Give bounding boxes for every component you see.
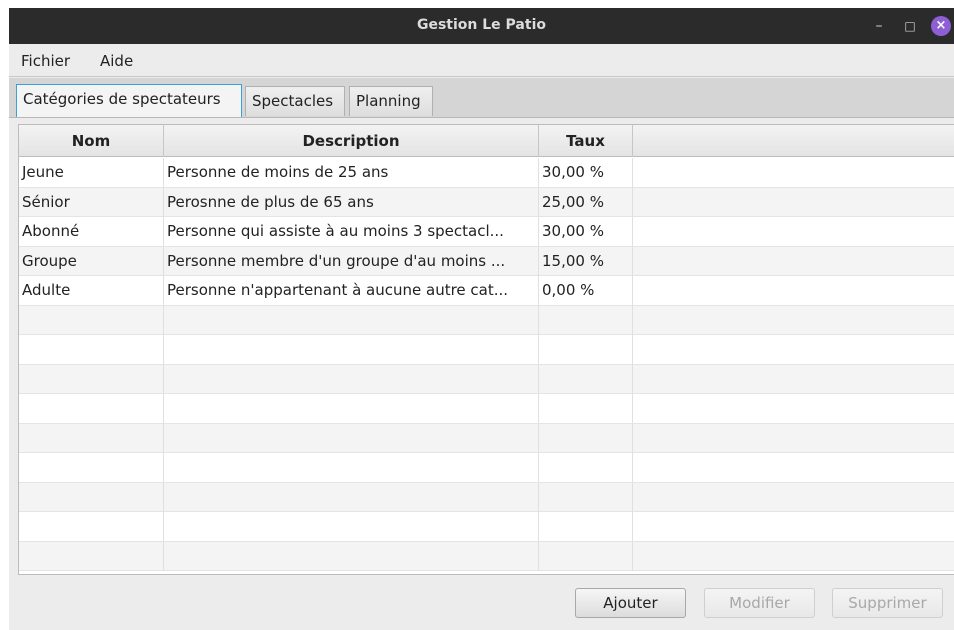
cell-empty [539, 335, 633, 364]
cell-empty [164, 482, 539, 512]
cell-empty [633, 335, 954, 364]
table-row[interactable]: Abonné Personne qui assiste à au moins 3… [19, 217, 954, 247]
cell-nom: Groupe [19, 246, 164, 276]
cell-empty [19, 335, 164, 364]
cell-empty [19, 394, 164, 423]
empty-row [19, 364, 954, 394]
cell-empty [539, 364, 633, 394]
column-header-nom[interactable]: Nom [19, 125, 164, 157]
cell-nom: Jeune [19, 158, 164, 187]
cell-empty [633, 453, 954, 482]
app-window: Gestion Le Patio – □ × Fichier Aide Caté… [9, 8, 954, 630]
cell-empty [19, 423, 164, 453]
cell-empty [164, 453, 539, 482]
cell-description: Personne n'appartenant à aucune autre ca… [164, 276, 539, 305]
column-header-taux[interactable]: Taux [539, 125, 633, 157]
cell-empty [539, 305, 633, 335]
empty-row [19, 512, 954, 542]
empty-row [19, 453, 954, 483]
cell-description: Perosnne de plus de 65 ans [164, 187, 539, 217]
cell-empty [164, 364, 539, 394]
cell-empty [539, 453, 633, 482]
cell-taux: 30,00 % [539, 217, 633, 246]
cell-nom: Abonné [19, 217, 164, 246]
cell-empty [633, 542, 954, 571]
cell-description: Personne de moins de 25 ans [164, 158, 539, 187]
cell-empty [19, 305, 164, 335]
close-icon[interactable]: × [931, 16, 951, 36]
cell-empty [633, 158, 954, 187]
cell-empty [164, 512, 539, 541]
empty-row [19, 335, 954, 365]
tab-spectacles[interactable]: Spectacles [245, 86, 345, 116]
action-bar: Ajouter Modifier Supprimer [9, 576, 954, 630]
cell-nom: Sénior [19, 187, 164, 217]
cell-empty [164, 394, 539, 423]
cell-empty [633, 394, 954, 423]
cell-empty [539, 394, 633, 423]
cell-empty [164, 423, 539, 453]
cell-empty [633, 247, 954, 276]
cell-empty [539, 541, 633, 571]
cell-empty [633, 217, 954, 246]
cell-empty [539, 423, 633, 453]
edit-button[interactable]: Modifier [704, 588, 815, 618]
cell-empty [19, 482, 164, 512]
title-bar[interactable]: Gestion Le Patio – □ × [9, 8, 954, 44]
table-row[interactable]: Adulte Personne n'appartenant à aucune a… [19, 276, 954, 306]
empty-row [19, 482, 954, 512]
cell-empty [19, 512, 164, 541]
table-row[interactable]: Jeune Personne de moins de 25 ans 30,00 … [19, 158, 954, 188]
maximize-icon[interactable]: □ [901, 17, 919, 35]
menu-bar: Fichier Aide [9, 44, 954, 77]
cell-empty [539, 482, 633, 512]
cell-empty [633, 188, 954, 217]
empty-row [19, 541, 954, 571]
table-header: Nom Description Taux [19, 125, 954, 157]
window-title: Gestion Le Patio [416, 17, 546, 33]
cell-taux: 30,00 % [539, 158, 633, 187]
cell-empty [633, 424, 954, 453]
tab-bar: Catégories de spectateurs Spectacles Pla… [9, 78, 954, 118]
cell-empty [164, 541, 539, 571]
add-button[interactable]: Ajouter [575, 588, 686, 618]
table-row[interactable]: Sénior Perosnne de plus de 65 ans 25,00 … [19, 187, 954, 217]
categories-table[interactable]: Nom Description Taux Jeune Personne de m… [18, 124, 954, 575]
empty-row [19, 423, 954, 453]
cell-empty [633, 306, 954, 335]
cell-description: Personne qui assiste à au moins 3 specta… [164, 217, 539, 246]
cell-empty [19, 541, 164, 571]
cell-description: Personne membre d'un groupe d'au moins .… [164, 246, 539, 276]
table-row[interactable]: Groupe Personne membre d'un groupe d'au … [19, 246, 954, 276]
cell-empty [539, 512, 633, 541]
minimize-icon[interactable]: – [870, 17, 888, 35]
tab-planning[interactable]: Planning [349, 86, 433, 116]
menu-aide[interactable]: Aide [100, 52, 133, 70]
column-header-filler [633, 125, 954, 157]
cell-empty [633, 512, 954, 541]
cell-empty [19, 453, 164, 482]
cell-empty [164, 305, 539, 335]
cell-empty [19, 364, 164, 394]
cell-taux: 15,00 % [539, 246, 633, 276]
cell-empty [164, 335, 539, 364]
delete-button[interactable]: Supprimer [832, 588, 943, 618]
tab-categories-spectateurs[interactable]: Catégories de spectateurs [16, 84, 242, 117]
column-header-description[interactable]: Description [164, 125, 539, 157]
cell-nom: Adulte [19, 276, 164, 305]
cell-taux: 0,00 % [539, 276, 633, 305]
empty-row [19, 305, 954, 335]
cell-empty [633, 365, 954, 394]
empty-row [19, 394, 954, 424]
menu-fichier[interactable]: Fichier [21, 52, 70, 70]
cell-empty [633, 483, 954, 512]
cell-taux: 25,00 % [539, 187, 633, 217]
cell-empty [633, 276, 954, 305]
